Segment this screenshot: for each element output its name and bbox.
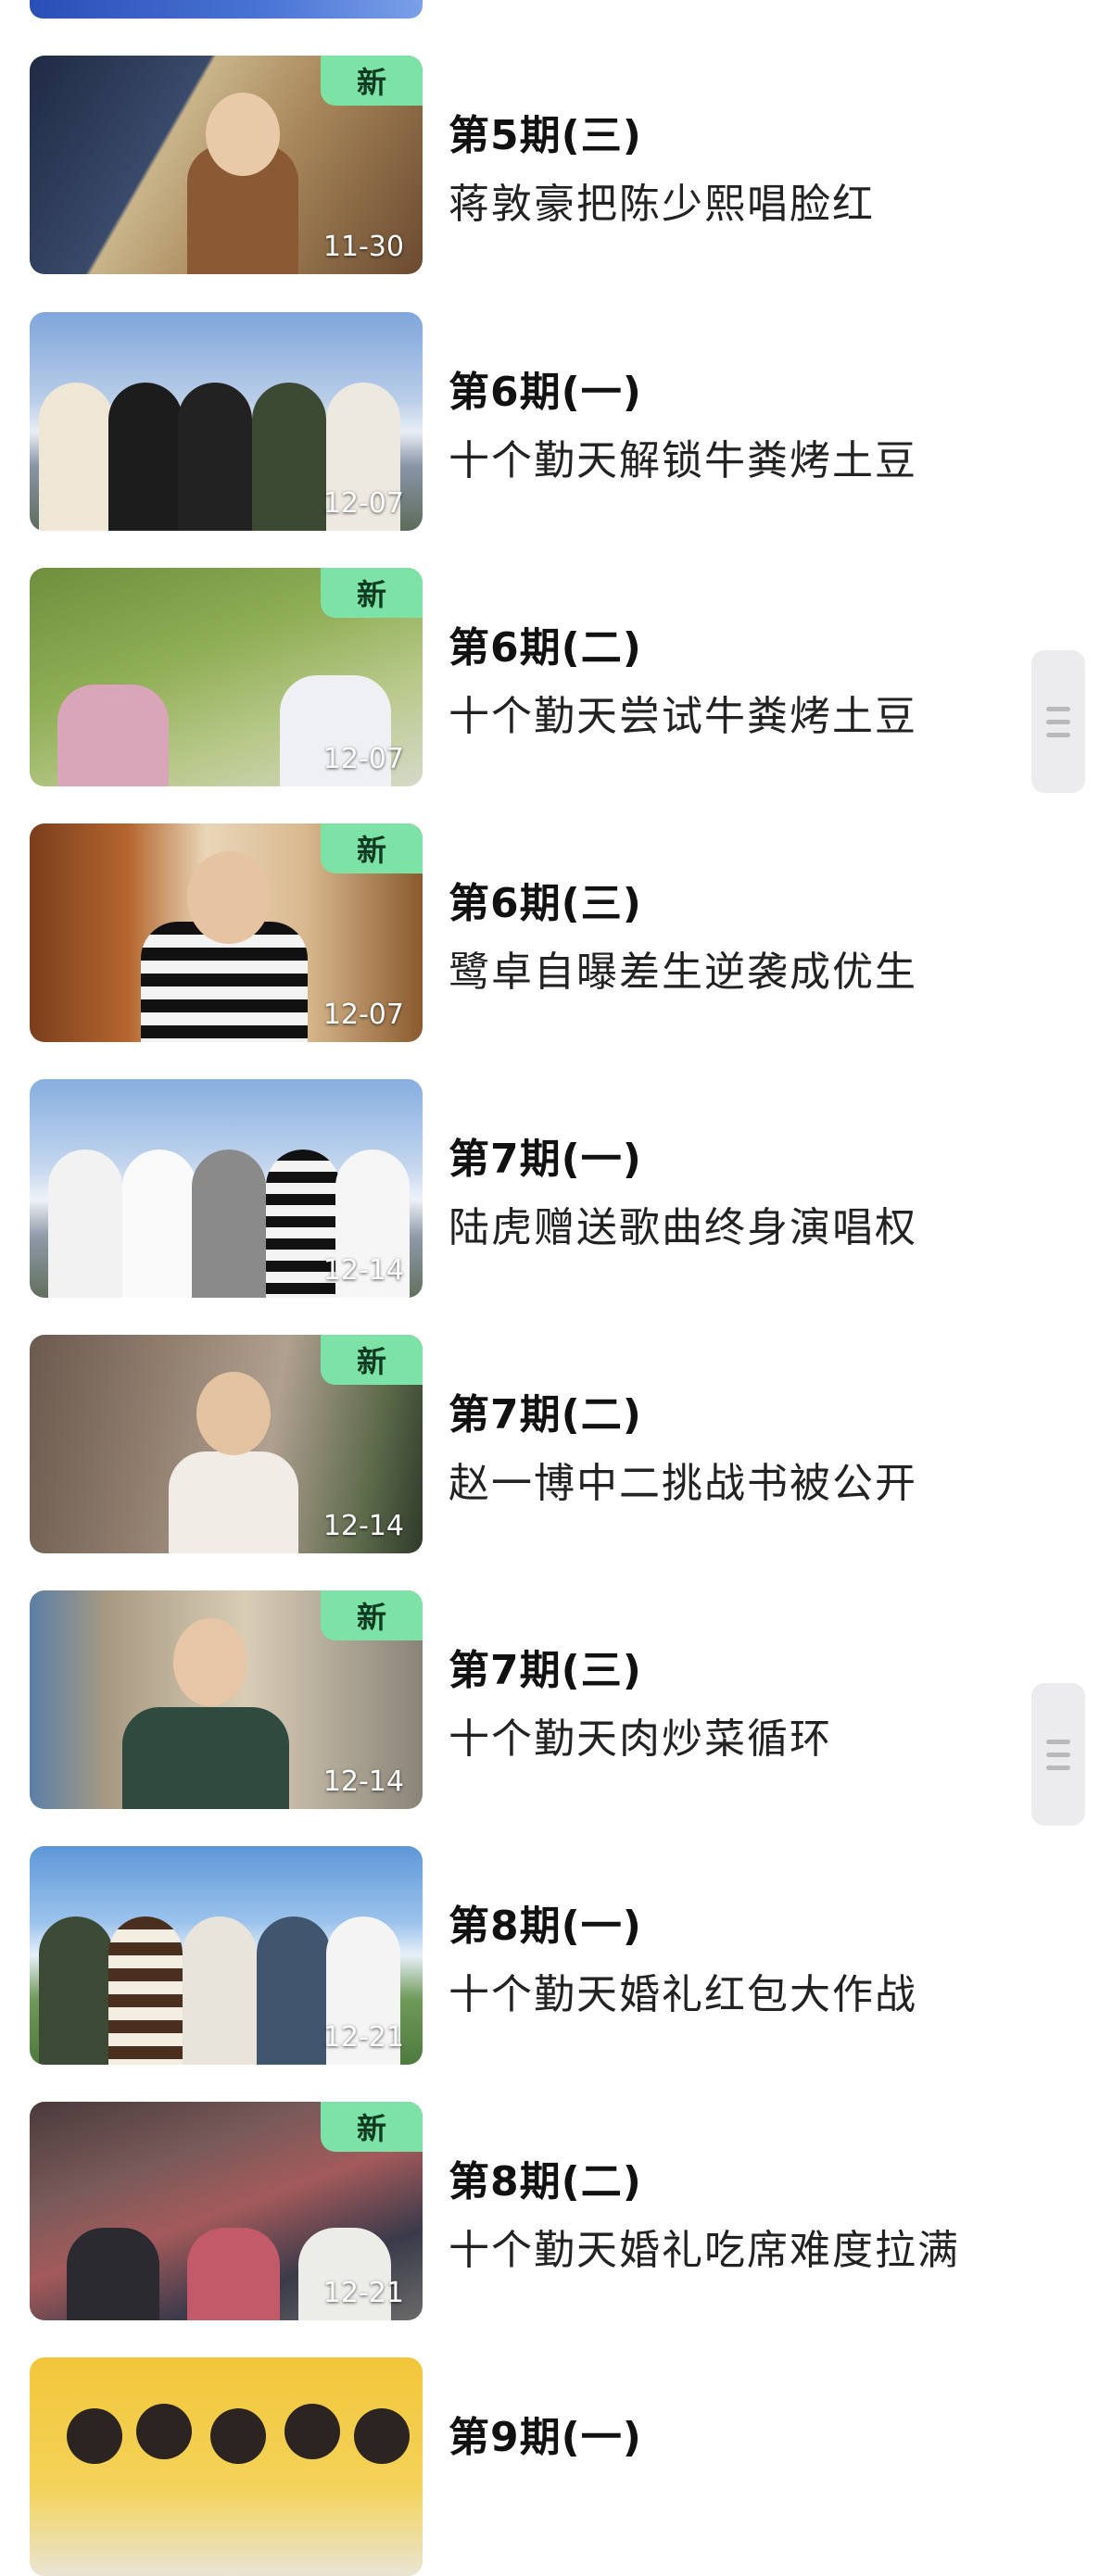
episode-thumbnail[interactable]: 新 12-07 xyxy=(30,568,423,786)
drag-handle-icon xyxy=(1046,1752,1070,1757)
episode-subtitle[interactable]: 蒋敦豪把陈少熙唱脸红 xyxy=(449,170,875,230)
episode-subtitle[interactable]: 陆虎赠送歌曲终身演唱权 xyxy=(449,1194,917,1253)
episode-date: 12-21 xyxy=(322,2277,404,2309)
drag-handle-icon xyxy=(1046,719,1070,724)
episode-title[interactable]: 第6期(三) xyxy=(449,870,642,929)
episode-item[interactable]: 新 12-07 第6期(二) 十个勤天尝试牛粪烤土豆 xyxy=(30,568,1012,786)
episode-item[interactable]: 12-21 第8期(一) 十个勤天婚礼红包大作战 xyxy=(30,1846,1012,2065)
episode-title[interactable]: 第6期(一) xyxy=(449,358,642,418)
episode-list: 新 11-30 第5期(三) 蒋敦豪把陈少熙唱脸红 12-07 第6期(一) 十… xyxy=(0,0,1112,2576)
drag-handle-icon xyxy=(1046,732,1070,737)
episode-subtitle[interactable]: 十个勤天尝试牛粪烤土豆 xyxy=(449,683,917,742)
episode-date: 12-14 xyxy=(322,1254,404,1287)
episode-item[interactable]: 第9期(一) xyxy=(30,2357,1012,2576)
new-badge: 新 xyxy=(321,1590,423,1640)
episode-item[interactable]: 新 12-14 第7期(二) 赵一博中二挑战书被公开 xyxy=(30,1335,1012,1553)
episode-thumbnail[interactable] xyxy=(30,2357,423,2576)
episode-date: 12-07 xyxy=(322,743,404,775)
previous-episode-thumbnail-edge[interactable] xyxy=(30,0,423,19)
drag-handle-icon xyxy=(1046,1765,1070,1770)
episode-title[interactable]: 第7期(三) xyxy=(449,1637,642,1696)
episode-date: 12-21 xyxy=(322,2021,404,2054)
episode-item[interactable]: 新 12-21 第8期(二) 十个勤天婚礼吃席难度拉满 xyxy=(30,2102,1012,2320)
episode-thumbnail[interactable]: 新 12-14 xyxy=(30,1590,423,1809)
drag-handle-icon xyxy=(1046,1739,1070,1744)
episode-thumbnail[interactable]: 新 11-30 xyxy=(30,56,423,274)
drag-handle-icon xyxy=(1046,706,1070,711)
episode-thumbnail[interactable]: 12-14 xyxy=(30,1079,423,1298)
episode-thumbnail[interactable]: 12-07 xyxy=(30,312,423,531)
episode-date: 12-14 xyxy=(322,1766,404,1798)
episode-item[interactable]: 12-07 第6期(一) 十个勤天解锁牛粪烤土豆 xyxy=(30,312,1012,531)
episode-date: 12-14 xyxy=(322,1510,404,1542)
episode-title[interactable]: 第8期(一) xyxy=(449,1892,642,1952)
episode-date: 12-07 xyxy=(322,487,404,520)
episode-item[interactable]: 新 12-14 第7期(三) 十个勤天肉炒菜循环 xyxy=(30,1590,1012,1809)
episode-subtitle[interactable]: 十个勤天解锁牛粪烤土豆 xyxy=(449,427,917,486)
new-badge: 新 xyxy=(321,2102,423,2152)
episode-title[interactable]: 第9期(一) xyxy=(449,2404,642,2463)
new-badge: 新 xyxy=(321,568,423,618)
episode-subtitle[interactable]: 赵一博中二挑战书被公开 xyxy=(449,1450,917,1509)
episode-subtitle[interactable]: 鹭卓自曝差生逆袭成优生 xyxy=(449,938,917,998)
fast-scroll-handle[interactable] xyxy=(1031,650,1085,793)
episode-title[interactable]: 第6期(二) xyxy=(449,614,642,673)
episode-subtitle[interactable]: 十个勤天肉炒菜循环 xyxy=(449,1705,832,1765)
new-badge: 新 xyxy=(321,1335,423,1385)
episode-date: 12-07 xyxy=(322,999,404,1031)
episode-thumbnail[interactable]: 新 12-14 xyxy=(30,1335,423,1553)
episode-title[interactable]: 第7期(二) xyxy=(449,1381,642,1440)
fast-scroll-handle[interactable] xyxy=(1031,1683,1085,1826)
episode-title[interactable]: 第5期(三) xyxy=(449,102,642,161)
episode-thumbnail[interactable]: 12-21 xyxy=(30,1846,423,2065)
episode-subtitle[interactable]: 十个勤天婚礼红包大作战 xyxy=(449,1961,917,2020)
episode-thumbnail[interactable]: 新 12-21 xyxy=(30,2102,423,2320)
new-badge: 新 xyxy=(321,56,423,106)
episode-date: 11-30 xyxy=(322,231,404,263)
episode-item[interactable]: 新 12-07 第6期(三) 鹭卓自曝差生逆袭成优生 xyxy=(30,823,1012,1042)
episode-title[interactable]: 第7期(一) xyxy=(449,1125,642,1185)
episode-item[interactable]: 新 11-30 第5期(三) 蒋敦豪把陈少熙唱脸红 xyxy=(30,56,1012,274)
new-badge: 新 xyxy=(321,823,423,873)
episode-title[interactable]: 第8期(二) xyxy=(449,2148,642,2207)
episode-subtitle[interactable]: 十个勤天婚礼吃席难度拉满 xyxy=(449,2217,960,2276)
episode-item[interactable]: 12-14 第7期(一) 陆虎赠送歌曲终身演唱权 xyxy=(30,1079,1012,1298)
episode-thumbnail[interactable]: 新 12-07 xyxy=(30,823,423,1042)
